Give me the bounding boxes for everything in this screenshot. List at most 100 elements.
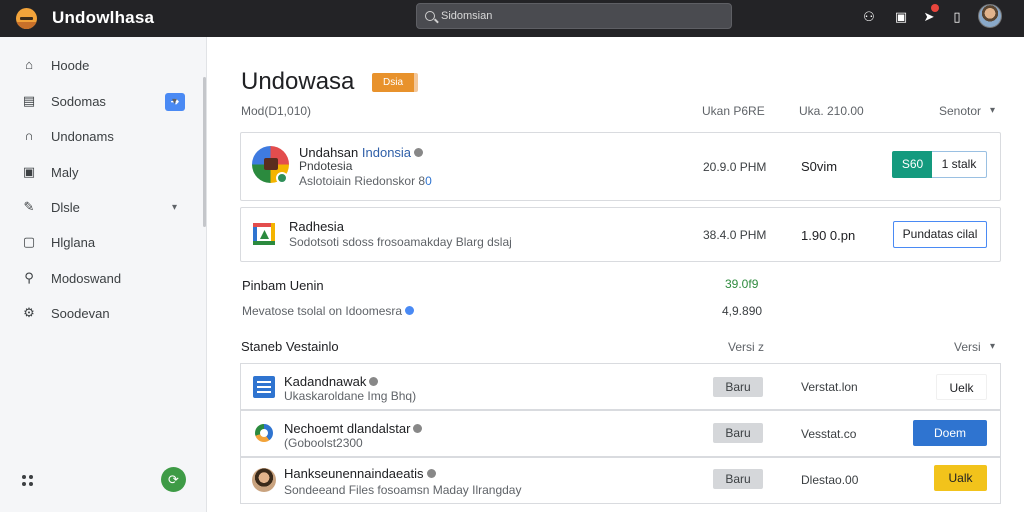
info-icon [405, 306, 415, 315]
inbox-icon: ▤ [22, 93, 36, 108]
card-time: 20.9.0 PHM [703, 160, 767, 174]
verified-icon [413, 424, 423, 433]
row-meta: (Goboolst2300 [284, 436, 363, 450]
row-title-text: Kadandnawak [284, 374, 367, 389]
secondary-action-button[interactable]: Pundatas cilal [893, 221, 987, 248]
list-card[interactable] [240, 132, 1001, 201]
verified-icon [369, 377, 379, 386]
sidebar-item-label: Hoode [51, 57, 90, 73]
status-badge: Dsia [372, 73, 419, 92]
status-pill: Baru [713, 469, 763, 489]
row-title-text: Nechoemt dlandalstar [284, 421, 411, 436]
list-header-col2: Uka. 210.00 [799, 104, 864, 118]
card-amount: S0vim [801, 159, 838, 174]
share-icon[interactable]: ⚇ [861, 9, 877, 25]
verified-icon [414, 148, 424, 157]
section-title: Staneb Vestainlo [241, 339, 339, 354]
sidebar-item-maly[interactable]: ▣ Maly [0, 158, 200, 186]
card-meta: Aslotoiain Riedonskor 80 [299, 174, 432, 188]
summary-sub-value: 4,9.890 [722, 304, 763, 318]
layout-icon: ▣ [22, 164, 36, 179]
sidebar-item-hlglana[interactable]: ▢ Hlglana [0, 228, 200, 256]
card-time: 38.4.0 PHM [703, 228, 767, 242]
sidebar-item-soodevan[interactable]: ⚙ Soodevan [0, 299, 200, 327]
card-meta-num: 0 [425, 174, 432, 188]
primary-action-button[interactable]: S60 [892, 151, 933, 178]
list-header-left: Mod(D1,010) [241, 104, 312, 118]
sidebar-item-undonams[interactable]: ∩ Undonams [0, 122, 200, 150]
chevron-down-icon: ▾ [172, 201, 178, 213]
summary-title: Pinbam Uenin [242, 278, 324, 293]
summary-value: 39.0f9 [725, 277, 759, 291]
secondary-action-button[interactable]: 1 stalk [932, 151, 987, 178]
refresh-button[interactable]: ⟳ [161, 467, 186, 492]
card-subtitle: Pndotesia [299, 159, 353, 173]
card-meta: Sodotsoti sdoss frosoamakday Blarg dslaj [289, 235, 512, 249]
sidebar-item-sodomas[interactable]: ▤ Sodomas ▾ [0, 87, 200, 115]
sidebar-item-home[interactable]: ⌂ Hoode [0, 51, 200, 79]
card-title[interactable]: Radhesia [289, 219, 344, 234]
section-filter-dropdown[interactable]: Versi [954, 340, 981, 354]
arch-icon: ∩ [24, 128, 34, 143]
row-meta: Sondeeand Files fosoamsn Maday Ilrangday [284, 483, 522, 497]
sidebar-item-modoswand[interactable]: ⚲ Modoswand [0, 264, 200, 292]
status-pill: Baru [713, 377, 763, 397]
sidebar: ⌂ Hoode ➜ ▤ Sodomas ▾ ∩ Undonams ▣ Maly … [0, 37, 207, 512]
grid-icon[interactable] [22, 475, 34, 487]
app-title: Undowlhasa [52, 8, 155, 27]
apps-icon[interactable]: ▣ [893, 9, 909, 25]
sidebar-item-label: Hlglana [51, 234, 96, 250]
notification-badge [931, 4, 939, 12]
chevron-down-icon[interactable]: ▾ [990, 341, 995, 352]
sort-dropdown[interactable]: Senotor [939, 104, 981, 118]
app-logo-icon[interactable] [16, 8, 37, 29]
chevron-down-icon: ▾ [172, 95, 178, 107]
row-meta: Ukaskaroldane Img Bhq) [284, 389, 417, 403]
search-bar[interactable] [416, 3, 732, 29]
summary-subtitle-text: Mevatose tsolal on Idoomesra [242, 304, 403, 318]
online-status-icon [276, 172, 288, 184]
row-title[interactable]: Hankseunennaindaeatis [284, 466, 436, 481]
home-icon: ⌂ [25, 57, 33, 72]
search-icon [425, 11, 435, 21]
row-title-text: Hankseunennaindaeatis [284, 466, 424, 481]
page-title: Undowasa [241, 68, 355, 95]
row-status: Verstat.lon [801, 380, 858, 394]
card-title-accent: Indonsia [361, 145, 412, 160]
user-avatar[interactable] [978, 4, 1002, 28]
user-icon: ⚲ [24, 270, 34, 285]
sidebar-item-label: Modoswand [51, 270, 122, 286]
sidebar-item-label: Undonams [51, 128, 114, 144]
status-pill: Baru [713, 423, 763, 443]
card-amount: 1.90 0.pn [801, 228, 856, 243]
card-title-text: Undahsan [299, 145, 362, 160]
chevron-down-icon[interactable]: ▾ [990, 105, 995, 116]
sidebar-scrollbar[interactable] [203, 77, 206, 227]
doc-logo-icon [253, 221, 279, 247]
runner-icon [253, 422, 275, 444]
sidebar-item-label: Maly [51, 164, 79, 180]
gear-icon: ⚙ [23, 305, 35, 320]
section-column-header: Versi z [728, 340, 765, 354]
table-icon [253, 376, 275, 398]
card-title[interactable]: Undahsan Indonsia [299, 145, 424, 160]
row-action-button[interactable]: Ualk [934, 465, 987, 491]
pencil-icon: ✎ [23, 199, 35, 214]
sidebar-item-label: Soodevan [51, 305, 110, 321]
device-icon[interactable]: ▯ [949, 9, 965, 25]
row-title[interactable]: Kadandnawak [284, 374, 379, 389]
list-header-col1: Ukan P6RE [702, 104, 765, 118]
verified-icon [426, 469, 436, 478]
row-action-button[interactable]: Uelk [936, 374, 987, 400]
doc-icon: ▢ [22, 234, 36, 249]
sidebar-item-dlsle[interactable]: ✎ Dlsle ▾ [0, 193, 200, 221]
summary-subtitle: Mevatose tsolal on Idoomesra [242, 304, 415, 318]
search-input[interactable] [441, 10, 721, 22]
avatar [252, 468, 276, 492]
row-status: Dlestao.00 [801, 473, 859, 487]
sidebar-item-label: Dlsle [51, 199, 80, 215]
sidebar-item-label: Sodomas [51, 93, 106, 109]
row-title[interactable]: Nechoemt dlandalstar [284, 421, 423, 436]
row-action-button[interactable]: Doem [913, 420, 987, 446]
top-bar: Undowlhasa ⚇ ▣ ➤ ▯ [0, 0, 1024, 37]
